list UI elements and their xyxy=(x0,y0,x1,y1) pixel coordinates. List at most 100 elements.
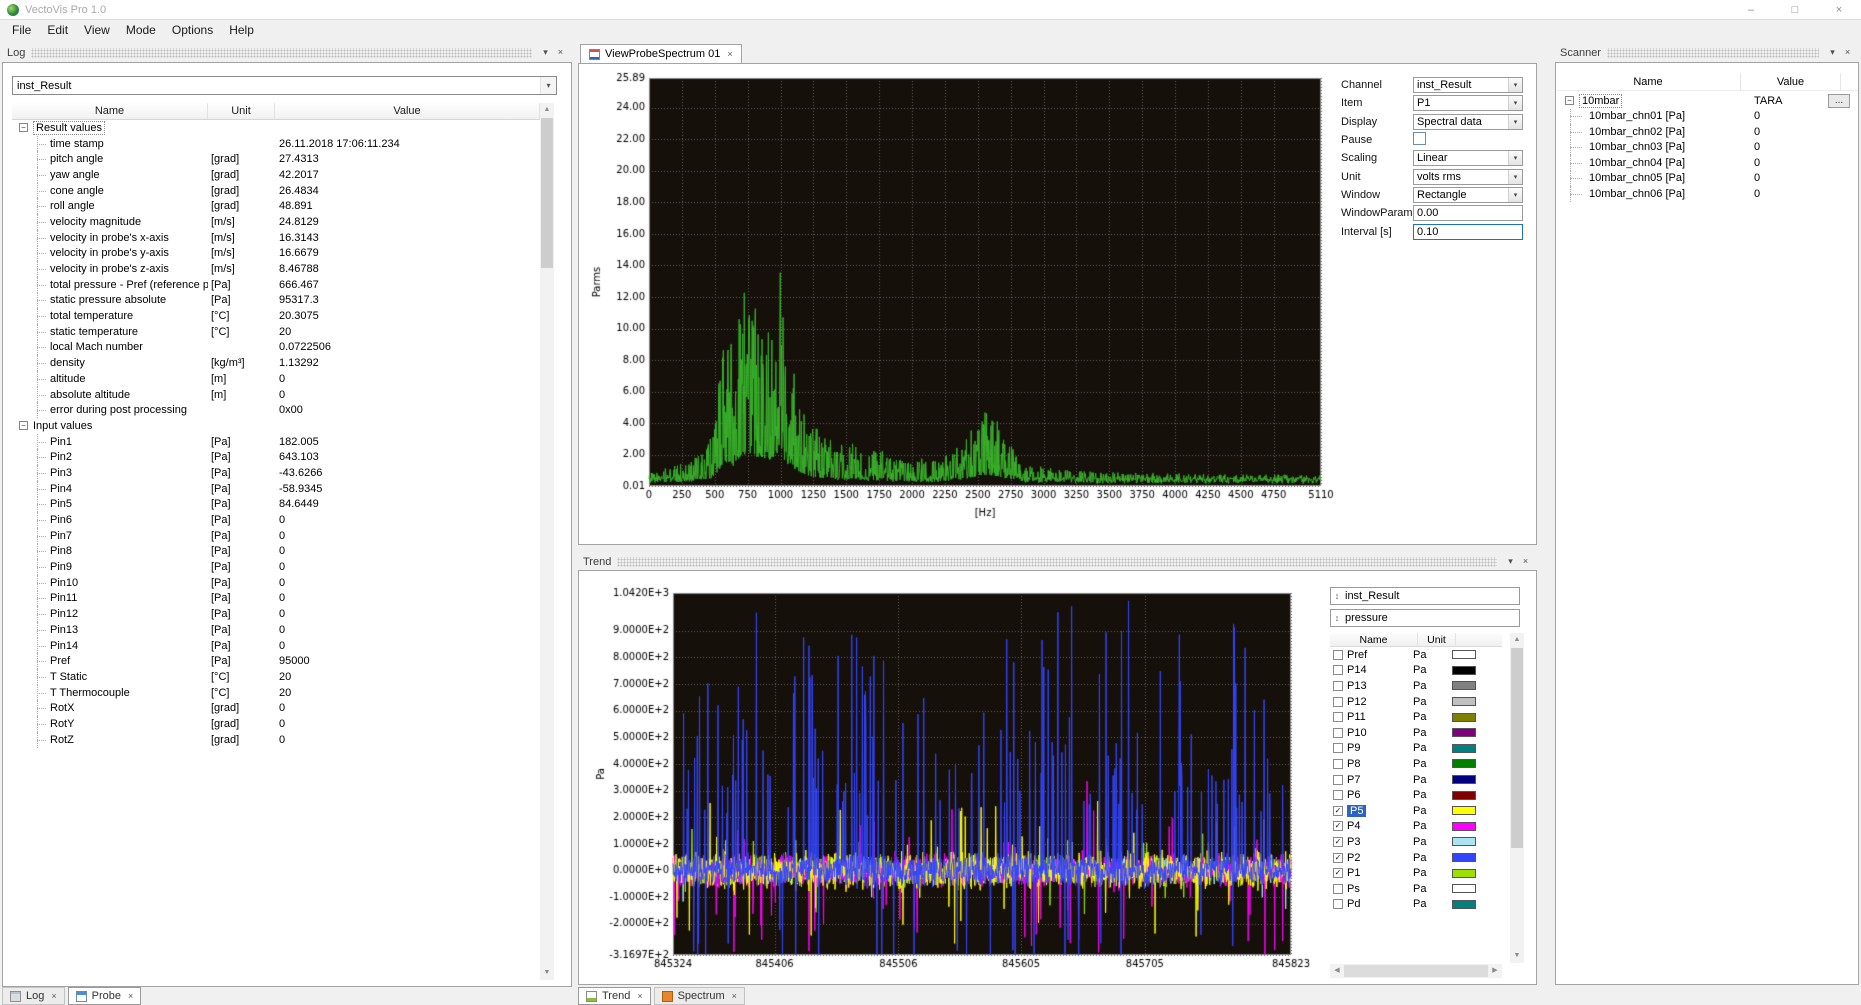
log-table-row[interactable]: Pin10[Pa]0 xyxy=(12,575,540,591)
log-table-row[interactable]: Pin4[Pa]-58.9345 xyxy=(12,481,540,497)
log-table-row[interactable]: Pin9[Pa]0 xyxy=(12,559,540,575)
pref-visibility-checkbox[interactable] xyxy=(1333,650,1343,660)
legend-color-swatch[interactable] xyxy=(1452,853,1476,862)
log-table-row[interactable]: Pin1[Pa]182.005 xyxy=(12,434,540,450)
legend-row-p3[interactable]: ✓P3Pa xyxy=(1330,834,1502,850)
scroll-up-icon[interactable]: ▲ xyxy=(540,103,554,117)
legend-row-p7[interactable]: P7Pa xyxy=(1330,772,1502,788)
log-table-row[interactable]: Pin14[Pa]0 xyxy=(12,638,540,654)
legend-row-ps[interactable]: PsPa xyxy=(1330,881,1502,897)
legend-row-p9[interactable]: P9Pa xyxy=(1330,741,1502,757)
legend-color-swatch[interactable] xyxy=(1452,697,1476,706)
tab-viewprobespectrum[interactable]: ViewProbeSpectrum 01 × xyxy=(580,44,742,63)
chevron-down-icon[interactable]: ▾ xyxy=(1508,151,1522,165)
legend-color-swatch[interactable] xyxy=(1452,775,1476,784)
tab-spectrum[interactable]: Spectrum × xyxy=(654,987,745,1005)
log-table-row[interactable]: RotZ[grad]0 xyxy=(12,732,540,748)
log-table-row[interactable]: Pin5[Pa]84.6449 xyxy=(12,497,540,513)
spectrum-chart-canvas[interactable] xyxy=(585,70,1335,530)
scroll-right-icon[interactable]: ▶ xyxy=(1488,964,1502,978)
unit-select[interactable]: volts rms▾ xyxy=(1413,169,1523,185)
log-table-row[interactable]: Pin6[Pa]0 xyxy=(12,512,540,528)
legend-color-swatch[interactable] xyxy=(1452,900,1476,909)
legend-row-p4[interactable]: ✓P4Pa xyxy=(1330,819,1502,835)
tab-probe[interactable]: Probe × xyxy=(68,987,142,1005)
legend-color-swatch[interactable] xyxy=(1452,728,1476,737)
log-table-row[interactable]: −Input values xyxy=(12,418,540,434)
p12-visibility-checkbox[interactable] xyxy=(1333,697,1343,707)
menu-item-options[interactable]: Options xyxy=(164,20,221,41)
legend-color-swatch[interactable] xyxy=(1452,837,1476,846)
ellipsis-button[interactable]: ... xyxy=(1828,94,1850,108)
legend-row-p12[interactable]: P12Pa xyxy=(1330,694,1502,710)
interval-s-input[interactable]: 0.10 xyxy=(1413,224,1523,240)
legend-row-p14[interactable]: P14Pa xyxy=(1330,663,1502,679)
legend-row-p1[interactable]: ✓P1Pa xyxy=(1330,865,1502,881)
scroll-down-icon[interactable]: ▼ xyxy=(540,966,554,980)
scroll-down-icon[interactable]: ▼ xyxy=(1510,949,1524,963)
log-table-row[interactable]: pitch angle[grad]27.4313 xyxy=(12,151,540,167)
log-table-row[interactable]: Pin7[Pa]0 xyxy=(12,528,540,544)
panel-close-icon[interactable]: × xyxy=(1840,43,1855,62)
legend-row-p8[interactable]: P8Pa xyxy=(1330,756,1502,772)
p6-visibility-checkbox[interactable] xyxy=(1333,790,1343,800)
scroll-up-icon[interactable]: ▲ xyxy=(1510,633,1524,647)
column-header-unit[interactable]: Unit xyxy=(208,103,275,119)
scanner-column-value[interactable]: Value xyxy=(1741,73,1841,91)
tree-row[interactable]: 10mbar_chn05 [Pa]0 xyxy=(1556,171,1858,187)
legend-row-p2[interactable]: ✓P2Pa xyxy=(1330,850,1502,866)
minimize-button[interactable]: – xyxy=(1729,0,1773,19)
tab-close-icon[interactable]: × xyxy=(637,991,642,1001)
tree-row[interactable]: 10mbar_chn06 [Pa]0 xyxy=(1556,186,1858,202)
tree-row[interactable]: 10mbar_chn02 [Pa]0 xyxy=(1556,124,1858,140)
log-table-row[interactable]: velocity magnitude[m/s]24.8129 xyxy=(12,214,540,230)
chevron-down-icon[interactable]: ▾ xyxy=(1508,170,1522,184)
tree-row[interactable]: 10mbar_chn03 [Pa]0 xyxy=(1556,140,1858,156)
legend-row-p11[interactable]: P11Pa xyxy=(1330,709,1502,725)
log-table-row[interactable]: absolute altitude[m]0 xyxy=(12,387,540,403)
channel-select[interactable]: inst_Result▾ xyxy=(1413,77,1523,93)
legend-color-swatch[interactable] xyxy=(1452,884,1476,893)
display-select[interactable]: Spectral data▾ xyxy=(1413,114,1523,130)
legend-color-swatch[interactable] xyxy=(1452,650,1476,659)
log-table-row[interactable]: time stamp26.11.2018 17:06:11.234 xyxy=(12,136,540,152)
scroll-left-icon[interactable]: ◀ xyxy=(1330,964,1344,978)
tab-log[interactable]: Log × xyxy=(2,987,65,1005)
legend-row-p13[interactable]: P13Pa xyxy=(1330,678,1502,694)
spin-icon[interactable]: ↕ xyxy=(1331,613,1343,623)
log-table-row[interactable]: local Mach number0.0722506 xyxy=(12,340,540,356)
p9-visibility-checkbox[interactable] xyxy=(1333,743,1343,753)
tab-close-icon[interactable]: × xyxy=(128,991,133,1001)
p13-visibility-checkbox[interactable] xyxy=(1333,681,1343,691)
pause-checkbox[interactable] xyxy=(1413,132,1426,145)
log-table-row[interactable]: Pin12[Pa]0 xyxy=(12,606,540,622)
collapse-expander-icon[interactable]: − xyxy=(19,421,28,430)
legend-color-swatch[interactable] xyxy=(1452,791,1476,800)
log-table-row[interactable]: static temperature[°C]20 xyxy=(12,324,540,340)
chevron-down-icon[interactable]: ▾ xyxy=(1508,78,1522,92)
collapse-expander-icon[interactable]: − xyxy=(1565,96,1574,105)
chevron-down-icon[interactable]: ▾ xyxy=(1508,115,1522,129)
log-table-row[interactable]: density[kg/m³]1.13292 xyxy=(12,355,540,371)
log-table-row[interactable]: −Result values xyxy=(12,120,540,136)
panel-close-icon[interactable]: × xyxy=(553,43,568,62)
p4-visibility-checkbox[interactable]: ✓ xyxy=(1333,821,1343,831)
tree-root-row[interactable]: − 10mbar TARA ... xyxy=(1556,93,1858,109)
legend-scrollbar-horizontal[interactable]: ◀ ▶ xyxy=(1330,964,1502,978)
legend-scrollbar-vertical[interactable]: ▲ ▼ xyxy=(1510,633,1524,963)
legend-color-swatch[interactable] xyxy=(1452,666,1476,675)
tab-trend[interactable]: Trend × xyxy=(578,987,651,1005)
log-table-row[interactable]: cone angle[grad]26.4834 xyxy=(12,183,540,199)
log-table-row[interactable]: velocity in probe's z-axis[m/s]8.46788 xyxy=(12,261,540,277)
legend-channel-select[interactable]: ↕ inst_Result xyxy=(1330,587,1520,605)
p14-visibility-checkbox[interactable] xyxy=(1333,665,1343,675)
legend-row-pref[interactable]: PrefPa xyxy=(1330,647,1502,663)
menu-item-edit[interactable]: Edit xyxy=(39,20,76,41)
pd-visibility-checkbox[interactable] xyxy=(1333,899,1343,909)
tab-close-icon[interactable]: × xyxy=(51,991,56,1001)
spin-icon[interactable]: ↕ xyxy=(1331,591,1343,601)
legend-color-swatch[interactable] xyxy=(1452,713,1476,722)
tab-close-icon[interactable]: × xyxy=(727,49,732,59)
p11-visibility-checkbox[interactable] xyxy=(1333,712,1343,722)
p5-visibility-checkbox[interactable]: ✓ xyxy=(1333,806,1343,816)
